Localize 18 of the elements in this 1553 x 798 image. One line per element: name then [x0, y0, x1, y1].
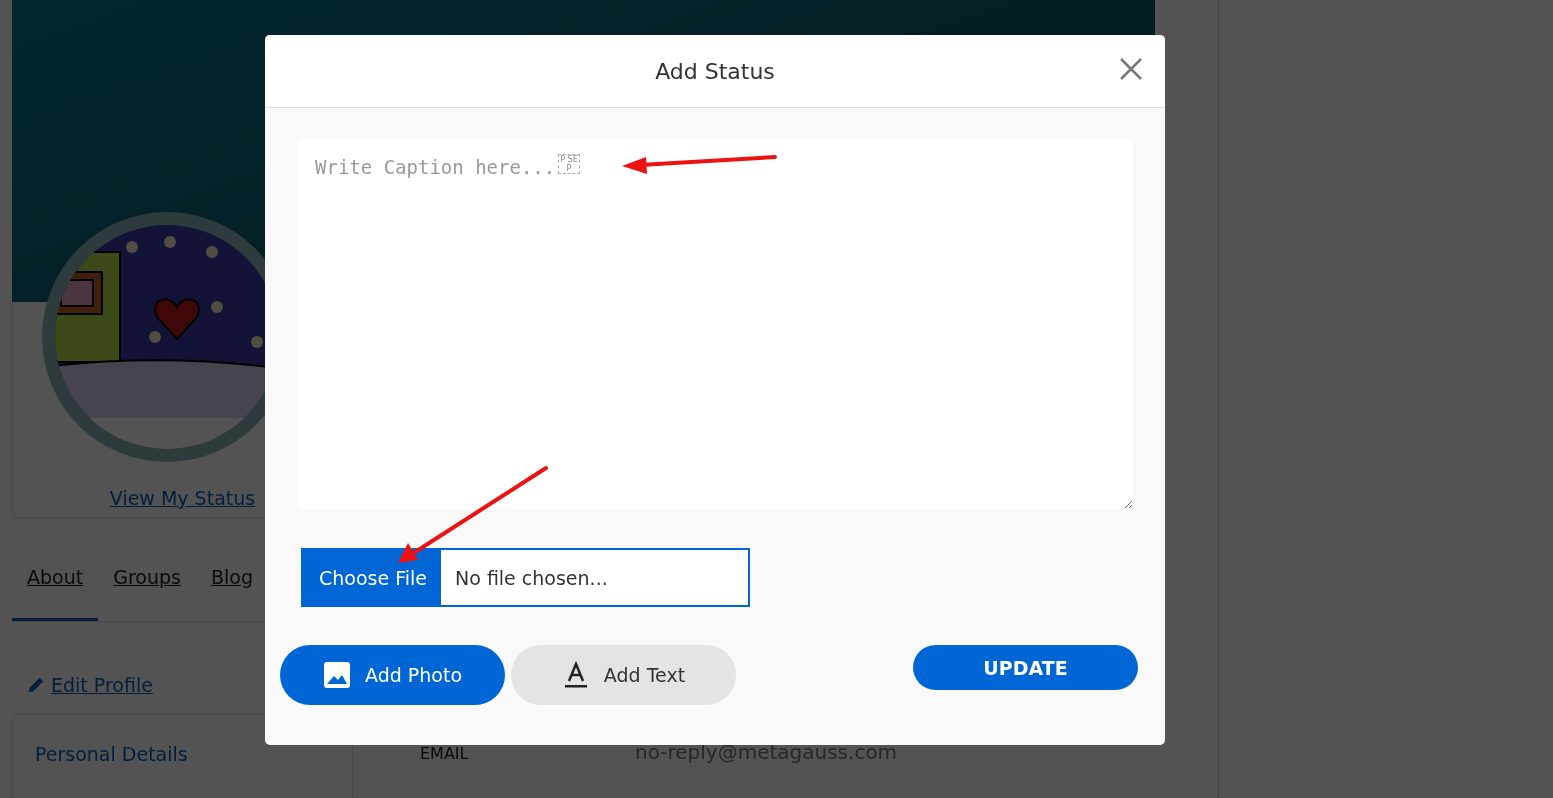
separator-glyph: P SEP	[558, 154, 580, 174]
dialog-title: Add Status	[655, 58, 775, 84]
image-icon	[323, 661, 351, 689]
close-icon[interactable]	[1119, 57, 1143, 81]
personal-details-title[interactable]: Personal Details	[35, 743, 188, 765]
profile-tab[interactable]: Groups	[98, 566, 196, 621]
file-status: No file chosen...	[454, 566, 608, 589]
file-input[interactable]: Choose File No file chosen...	[301, 548, 750, 607]
edit-profile-link[interactable]: Edit Profile	[51, 674, 153, 696]
field-label: EMAIL	[420, 744, 470, 763]
update-button[interactable]: UPDATE	[913, 645, 1138, 690]
view-status-link[interactable]: View My Status	[109, 487, 256, 509]
add-text-button[interactable]: Add Text	[511, 645, 736, 705]
pencil-icon	[27, 676, 45, 694]
choose-file-button[interactable]: Choose File	[303, 550, 441, 605]
profile-tab[interactable]: Blog	[195, 566, 268, 621]
profile-tab[interactable]: About	[12, 566, 99, 621]
add-photo-button[interactable]: Add Photo	[280, 645, 505, 705]
